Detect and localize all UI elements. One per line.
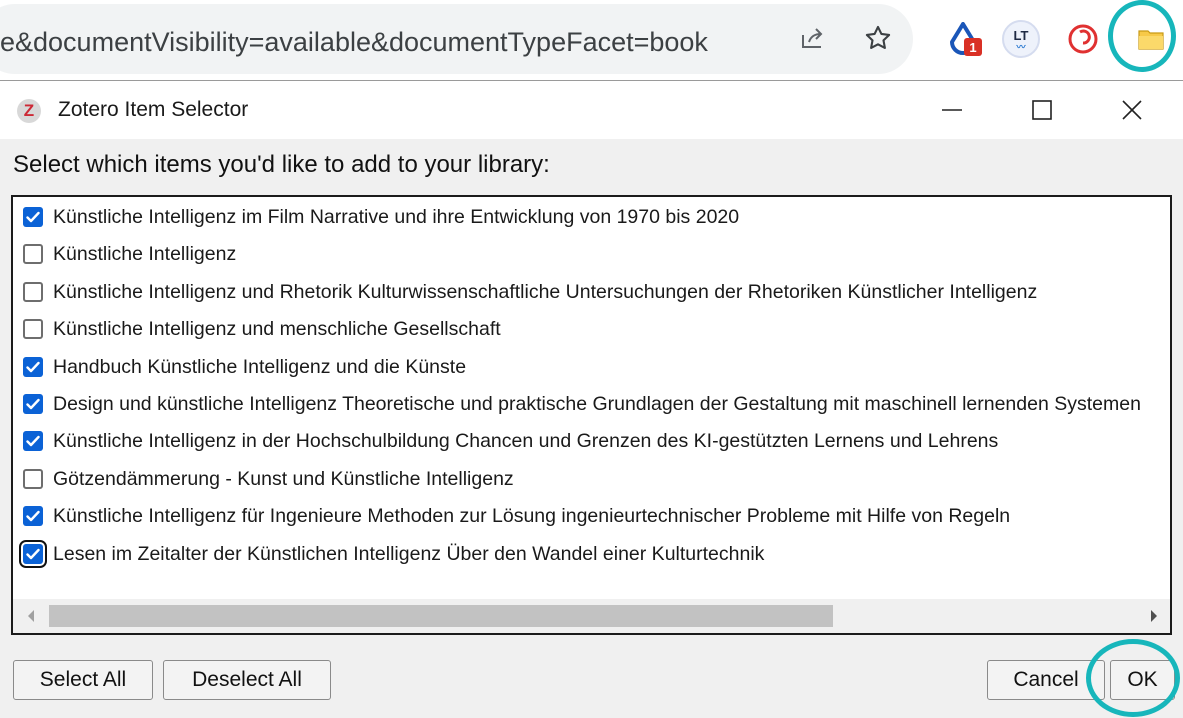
list-item[interactable]: Lesen im Zeitalter der Künstlichen Intel… [13, 536, 1170, 572]
scroll-left-arrow-icon[interactable] [19, 599, 43, 633]
item-checkbox[interactable] [23, 207, 43, 227]
title-bar: Z Zotero Item Selector [0, 81, 1183, 139]
star-icon[interactable] [862, 22, 894, 54]
item-label: Künstliche Intelligenz [53, 243, 237, 266]
item-checkbox[interactable] [23, 319, 43, 340]
item-label: Götzendämmerung - Kunst und Künstliche I… [53, 467, 514, 490]
select-all-button[interactable]: Select All [13, 660, 153, 700]
item-checkbox[interactable] [23, 468, 43, 489]
list-item[interactable]: Künstliche Intelligenz und menschliche G… [13, 311, 1170, 347]
languagetool-label: LT [1013, 27, 1029, 43]
highlight-ring [1086, 639, 1180, 717]
close-icon[interactable] [1097, 81, 1167, 139]
address-bar[interactable]: e&documentVisibility=available&documentT… [0, 4, 913, 74]
item-label: Design und künstliche Intelligenz Theore… [53, 393, 1141, 415]
highlight-ring [1108, 0, 1176, 72]
url-text[interactable]: e&documentVisibility=available&documentT… [0, 22, 708, 62]
zotero-logo-icon: Z [17, 99, 41, 123]
minimize-icon[interactable] [917, 81, 987, 139]
languagetool-icon[interactable]: LT 〰 [1000, 18, 1042, 60]
extension-badge: 1 [964, 38, 982, 56]
list-item[interactable]: Götzendämmerung - Kunst und Künstliche I… [13, 461, 1170, 497]
item-label: Handbuch Künstliche Intelligenz und die … [53, 355, 467, 378]
item-checkbox[interactable] [23, 244, 43, 265]
item-label: Künstliche Intelligenz und Rhetorik Kult… [53, 280, 1038, 303]
item-checkbox[interactable] [23, 356, 43, 377]
horizontal-scrollbar[interactable] [13, 599, 1170, 633]
drop-icon[interactable]: 1 [942, 18, 984, 60]
item-list[interactable]: Künstliche Intelligenz im Film Narrative… [11, 195, 1172, 635]
scrollbar-thumb[interactable] [49, 605, 833, 627]
item-checkbox[interactable] [23, 506, 43, 527]
zotero-item-selector-dialog: Z Zotero Item Selector Select which item… [0, 80, 1183, 718]
scroll-right-arrow-icon[interactable] [1142, 599, 1166, 633]
list-item[interactable]: Künstliche Intelligenz im Film Narrative… [13, 199, 1170, 235]
browser-toolbar: e&documentVisibility=available&documentT… [0, 0, 1183, 78]
share-icon[interactable] [797, 22, 829, 54]
item-checkbox[interactable] [23, 394, 43, 414]
list-item[interactable]: Design und künstliche Intelligenz Theore… [13, 386, 1170, 422]
dialog-title: Zotero Item Selector [58, 98, 249, 121]
item-label: Künstliche Intelligenz in der Hochschulb… [53, 430, 999, 453]
deselect-all-button[interactable]: Deselect All [163, 660, 331, 700]
list-item[interactable]: Handbuch Künstliche Intelligenz und die … [13, 349, 1170, 385]
list-item[interactable]: Künstliche Intelligenz [13, 236, 1170, 272]
item-checkbox[interactable] [23, 431, 43, 452]
item-checkbox[interactable] [23, 281, 43, 302]
item-label: Künstliche Intelligenz für Ingenieure Me… [53, 505, 1011, 528]
item-label: Künstliche Intelligenz im Film Narrative… [53, 206, 740, 228]
item-label: Künstliche Intelligenz und menschliche G… [53, 318, 501, 341]
list-item[interactable]: Künstliche Intelligenz für Ingenieure Me… [13, 498, 1170, 534]
red-c-icon[interactable] [1062, 18, 1104, 60]
item-checkbox[interactable] [19, 539, 47, 568]
list-item[interactable]: Künstliche Intelligenz in der Hochschulb… [13, 423, 1170, 459]
maximize-icon[interactable] [1007, 81, 1077, 139]
dialog-prompt: Select which items you'd like to add to … [13, 151, 550, 178]
list-item[interactable]: Künstliche Intelligenz und Rhetorik Kult… [13, 274, 1170, 310]
item-label: Lesen im Zeitalter der Künstlichen Intel… [53, 542, 765, 565]
